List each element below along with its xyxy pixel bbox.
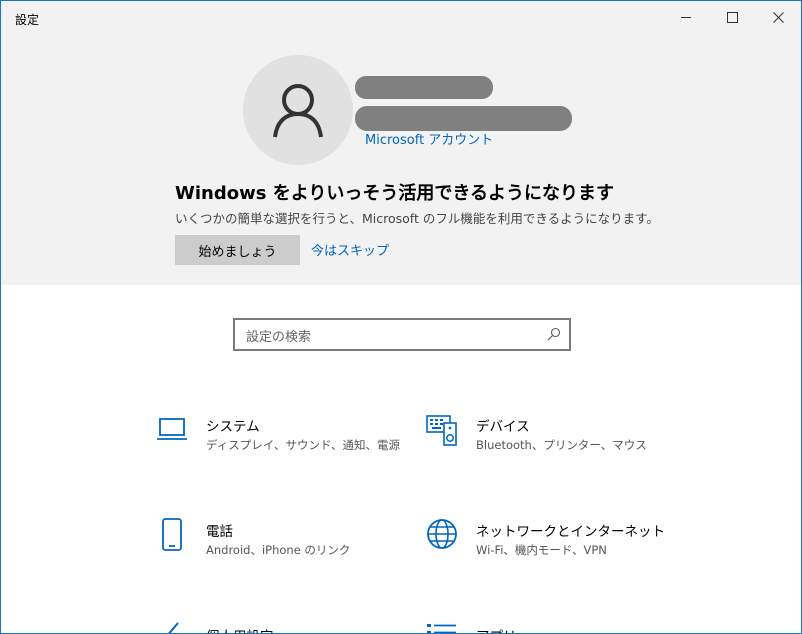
tile-network-name: ネットワークとインターネット [476, 524, 665, 540]
tile-network[interactable]: ネットワークとインターネット Wi-Fi、機内モード、VPN [426, 518, 676, 568]
tile-system-desc: ディスプレイ、サウンド、通知、電源 [206, 438, 401, 452]
minimize-icon [681, 16, 691, 18]
tile-phone[interactable]: 電話 Android、iPhone のリンク [156, 518, 396, 568]
user-icon [273, 84, 323, 138]
globe-icon [427, 519, 457, 549]
tile-devices-name: デバイス [476, 419, 530, 435]
get-started-button[interactable]: 始めましょう [175, 235, 300, 265]
avatar [243, 55, 353, 165]
settings-window: 設定 Microsoft アカウント Windows をよりいっそう活用できるよ… [0, 0, 802, 634]
window-title: 設定 [15, 13, 40, 27]
laptop-icon [157, 418, 187, 440]
brush-icon [168, 622, 179, 633]
microsoft-account-link[interactable]: Microsoft アカウント [365, 129, 493, 148]
redacted-account-name [355, 76, 493, 99]
account-banner: Microsoft アカウント Windows をよりいっそう活用できるようにな… [1, 33, 801, 285]
promo-subtitle: いくつかの簡単な選択を行うと、Microsoft のフル機能を利用できるようにな… [175, 211, 659, 226]
tile-system-name: システム [206, 419, 260, 435]
tile-personalization[interactable]: 個人用設定 [156, 619, 396, 633]
tile-apps-name: アプリ [476, 625, 517, 633]
tile-phone-name: 電話 [206, 524, 233, 540]
minimize-button[interactable] [663, 1, 709, 33]
tile-devices-desc: Bluetooth、プリンター、マウス [476, 438, 647, 452]
maximize-icon [726, 11, 738, 23]
promo-title: Windows をよりいっそう活用できるようになります [175, 183, 614, 204]
phone-icon [162, 518, 182, 551]
tile-personalization-name: 個人用設定 [206, 625, 274, 633]
apps-icon [427, 624, 456, 633]
maximize-button[interactable] [709, 1, 755, 33]
settings-search[interactable]: 設定の検索 [233, 318, 571, 351]
search-icon [547, 327, 561, 341]
close-icon [772, 11, 784, 23]
tile-system[interactable]: システム ディスプレイ、サウンド、通知、電源 [156, 413, 400, 463]
tile-network-desc: Wi-Fi、機内モード、VPN [476, 543, 607, 557]
close-button[interactable] [755, 1, 801, 33]
devices-icon [426, 415, 457, 446]
title-bar[interactable]: 設定 [1, 1, 801, 33]
tile-phone-desc: Android、iPhone のリンク [206, 543, 351, 557]
tile-devices[interactable]: デバイス Bluetooth、プリンター、マウス [426, 413, 666, 463]
search-input[interactable]: 設定の検索 [246, 326, 311, 345]
skip-now-link[interactable]: 今はスキップ [311, 240, 389, 259]
tile-apps[interactable]: アプリ [426, 619, 666, 633]
redacted-account-email [355, 106, 572, 131]
